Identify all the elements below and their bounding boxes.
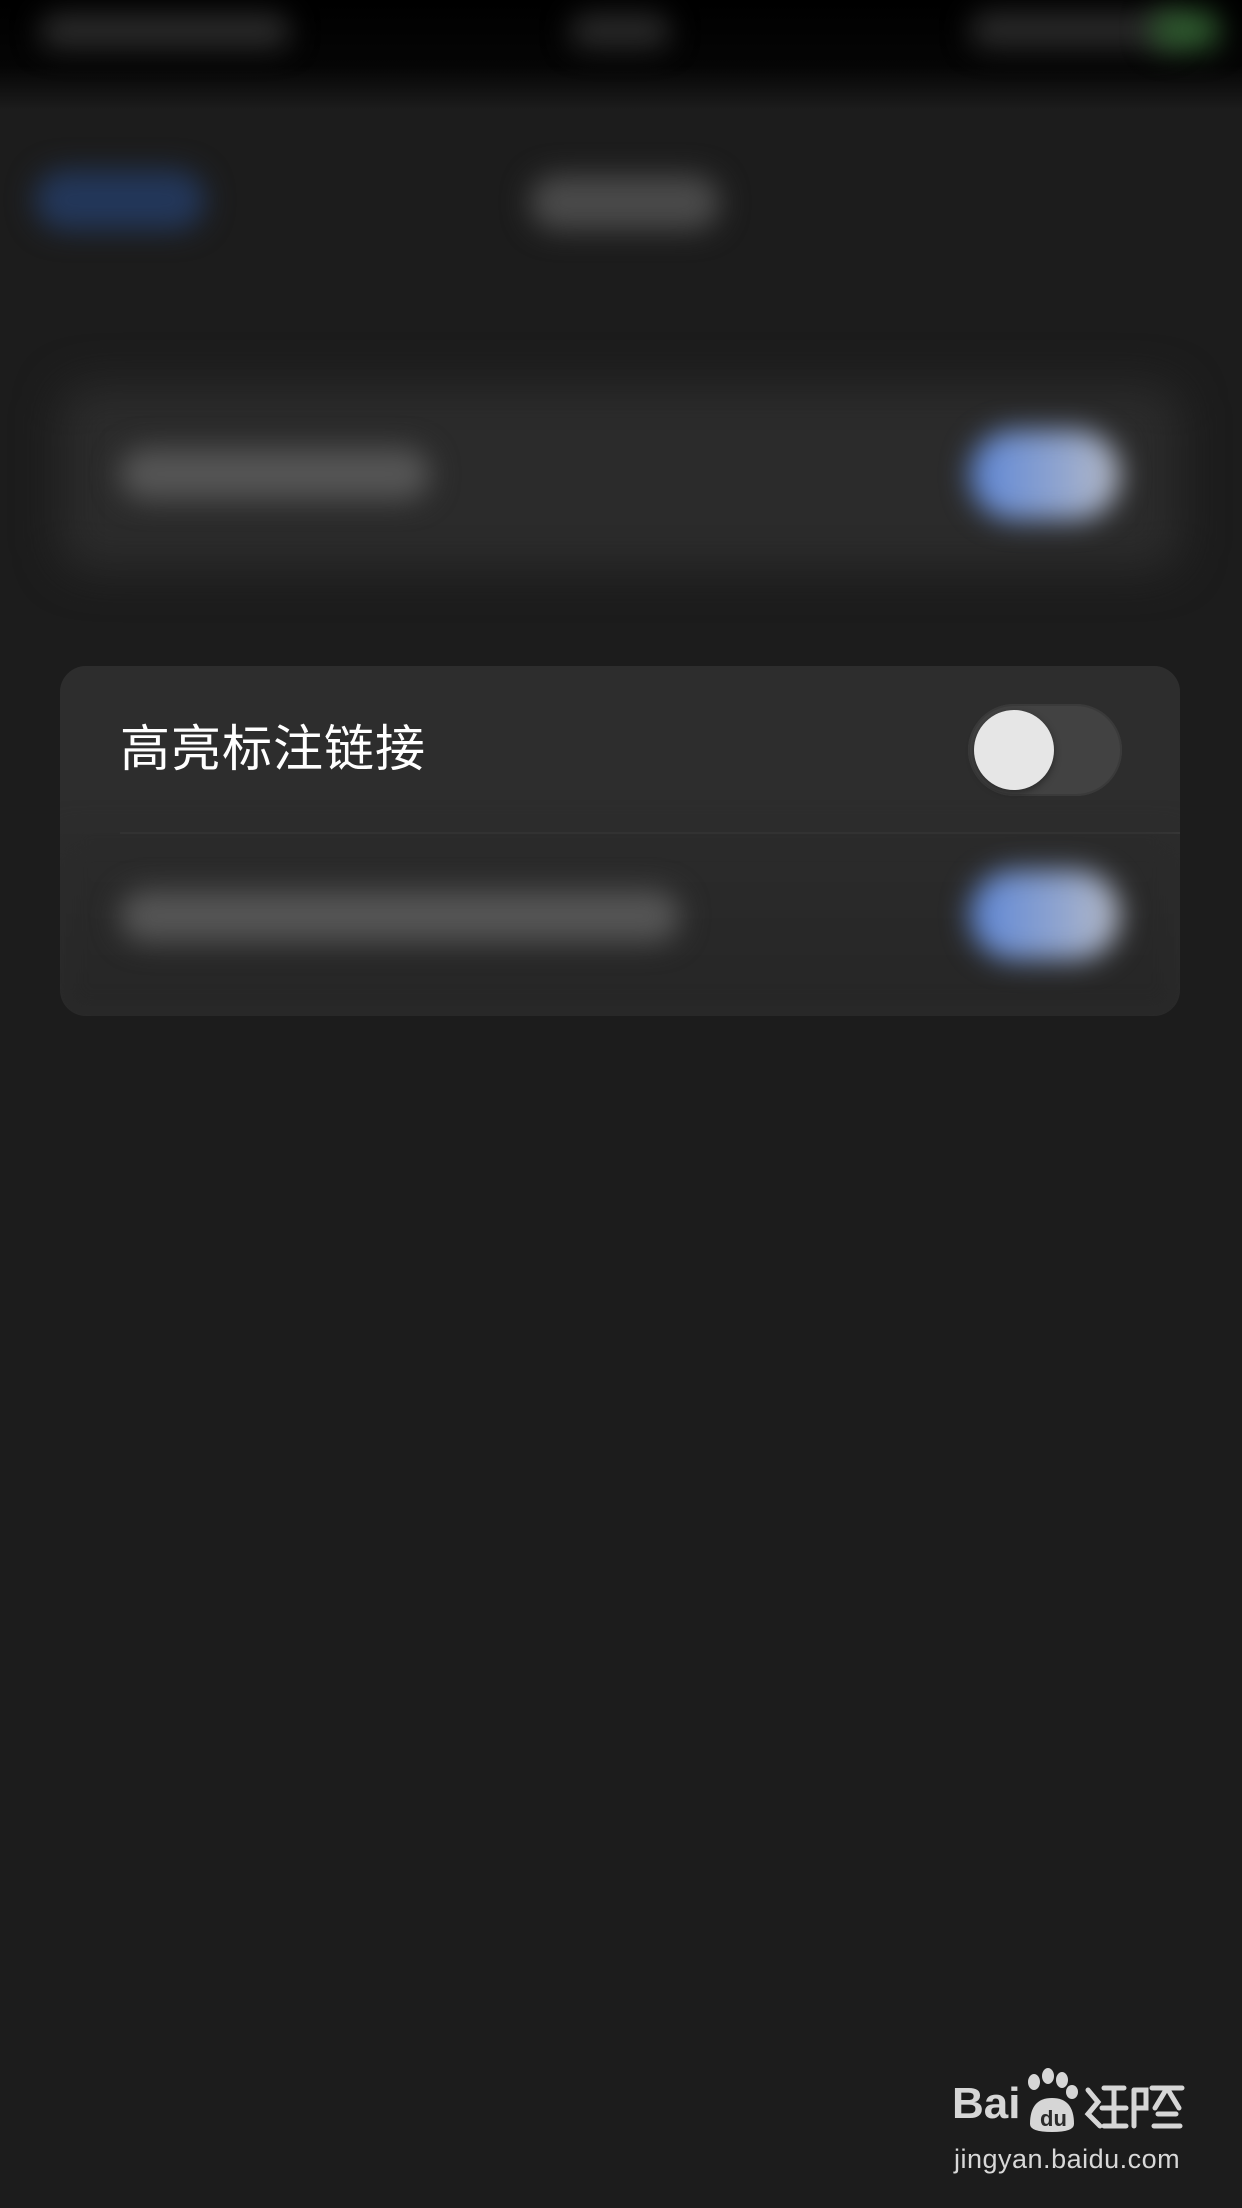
blurred-toggle[interactable] <box>970 430 1120 520</box>
battery-icon <box>1150 10 1220 50</box>
highlight-links-toggle[interactable] <box>968 704 1122 796</box>
toggle-knob <box>974 710 1054 790</box>
status-bar-carrier <box>40 14 290 48</box>
setting-label-highlight-links: 高亮标注链接 <box>120 720 426 778</box>
blurred-setting-label <box>120 448 430 500</box>
settings-group: 高亮标注链接 <box>60 666 1180 1016</box>
status-bar-time <box>570 14 670 48</box>
blurred-toggle-2[interactable] <box>970 870 1120 960</box>
back-button[interactable] <box>35 170 205 230</box>
watermark: Bai du jingyan.baidu.com <box>948 2068 1188 2178</box>
svg-text:du: du <box>1040 2106 1067 2131</box>
blurred-setting-label-2 <box>120 890 680 942</box>
watermark-url: jingyan.baidu.com <box>954 2144 1181 2174</box>
status-bar <box>0 0 1242 110</box>
svg-text:Bai: Bai <box>952 2079 1020 2128</box>
status-bar-indicators <box>970 12 1180 48</box>
setting-row-highlight-links[interactable]: 高亮标注链接 <box>60 666 1180 834</box>
settings-screen: 高亮标注链接 Bai du jingyan.baidu.com <box>0 0 1242 2208</box>
baidu-jingyan-logo-icon: Bai du <box>952 2068 1185 2132</box>
nav-title <box>530 175 720 230</box>
